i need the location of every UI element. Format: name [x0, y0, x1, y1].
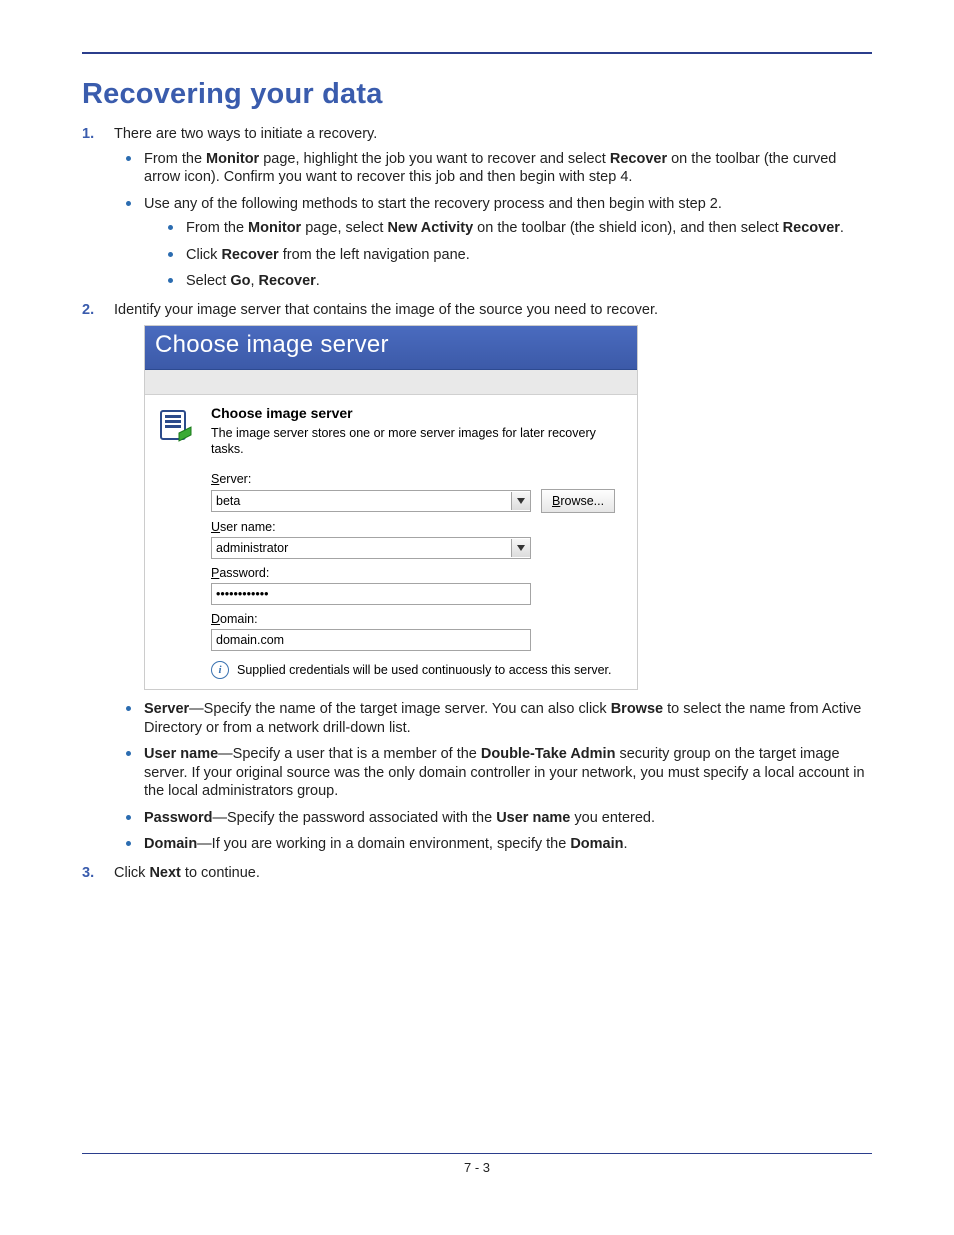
info-icon: i	[211, 661, 229, 679]
field-descriptions: Server—Specify the name of the target im…	[114, 700, 872, 854]
step-1-b2-text: Use any of the following methods to star…	[144, 196, 722, 212]
dialog-body: Choose image server The image server sto…	[145, 395, 637, 689]
dialog-header: Choose image server	[211, 405, 353, 421]
field-domain: Domain—If you are working in a domain en…	[144, 835, 872, 854]
server-icon	[157, 405, 197, 457]
step-1: There are two ways to initiate a recover…	[108, 125, 872, 291]
domain-field[interactable]: domain.com	[211, 629, 531, 651]
main-step-list: There are two ways to initiate a recover…	[82, 125, 872, 882]
password-value: ••••••••••••	[216, 586, 269, 602]
step-1-b2-sub: From the Monitor page, select New Activi…	[144, 219, 872, 291]
domain-value: domain.com	[216, 632, 284, 648]
step-1-bullets: From the Monitor page, highlight the job…	[114, 150, 872, 291]
field-user: User name—Specify a user that is a membe…	[144, 745, 872, 801]
step-1-b2: Use any of the following methods to star…	[144, 195, 872, 291]
dialog-header-text: Choose image server The image server sto…	[211, 405, 625, 457]
page-footer: 7 - 3	[82, 1153, 872, 1175]
field-password: Password—Specify the password associated…	[144, 809, 872, 828]
user-label: User name:	[211, 519, 625, 535]
domain-label: Domain:	[211, 611, 625, 627]
step-1-text: There are two ways to initiate a recover…	[114, 126, 377, 142]
field-server: Server—Specify the name of the target im…	[144, 700, 872, 737]
browse-button[interactable]: Browse...	[541, 489, 615, 513]
step-1-b2-s3: Select Go, Recover.	[186, 272, 872, 291]
server-dropdown-icon[interactable]	[511, 492, 530, 510]
user-value: administrator	[216, 540, 288, 556]
password-label: Password:	[211, 565, 625, 581]
step-2: Identify your image server that contains…	[108, 301, 872, 854]
step-1-b2-s2: Click Recover from the left navigation p…	[186, 246, 872, 265]
choose-image-server-dialog: Choose image server	[144, 325, 638, 690]
server-label: Server:	[211, 471, 625, 487]
step-2-text: Identify your image server that contains…	[114, 302, 658, 318]
step-1-b1: From the Monitor page, highlight the job…	[144, 150, 872, 187]
top-rule	[82, 52, 872, 54]
password-field[interactable]: ••••••••••••	[211, 583, 531, 605]
page-number: 7 - 3	[464, 1160, 490, 1175]
user-dropdown-icon[interactable]	[511, 539, 530, 557]
dialog-subtitle: The image server stores one or more serv…	[211, 425, 625, 457]
step-3: Click Next to continue.	[108, 864, 872, 883]
step-1-b2-s1: From the Monitor page, select New Activi…	[186, 219, 872, 238]
user-field[interactable]: administrator	[211, 537, 531, 559]
dialog-title: Choose image server	[145, 326, 637, 370]
credentials-info-text: Supplied credentials will be used contin…	[237, 662, 612, 678]
page-title: Recovering your data	[82, 78, 872, 111]
server-field[interactable]: beta	[211, 490, 531, 512]
dialog-separator	[145, 370, 637, 395]
dialog-form: Server: beta Browse... User name:	[211, 471, 625, 679]
server-value: beta	[216, 493, 240, 509]
credentials-info: i Supplied credentials will be used cont…	[211, 661, 625, 679]
